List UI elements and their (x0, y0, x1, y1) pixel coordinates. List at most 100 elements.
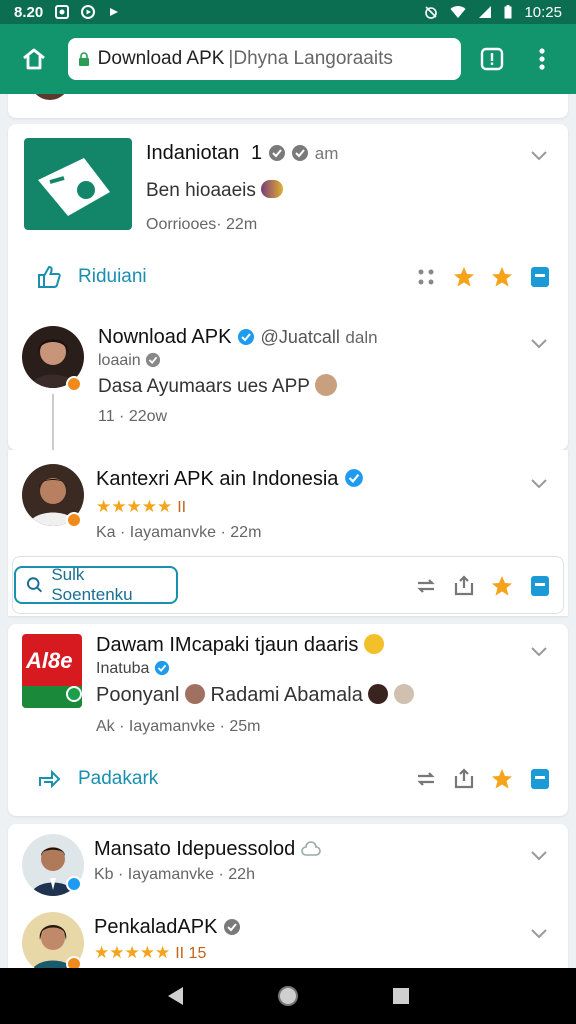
avatar-emoji-icon (184, 684, 205, 704)
app-suffix: 1 (250, 142, 263, 164)
dots-icon[interactable] (414, 265, 438, 289)
back-icon[interactable] (165, 985, 185, 1007)
battery-icon (504, 5, 512, 19)
post-handle: Inatuba (96, 660, 150, 677)
more-vert-icon (539, 48, 545, 70)
emoji-icon (261, 180, 284, 198)
post-meta: Kb · Iayamanvke · 22h (94, 866, 255, 883)
post-card: Mansato Idepuessolod Kb · Iayamanvke · 2… (8, 824, 568, 968)
image-notification-icon (55, 5, 70, 19)
home-circle-icon[interactable] (276, 984, 300, 1008)
bookmark-icon[interactable] (528, 767, 552, 791)
url-rest: |Dhyna Langoraaits (228, 48, 393, 69)
chevron-down-icon[interactable] (530, 646, 548, 658)
post-text-secondary: Radami Abamala (210, 684, 363, 706)
repost-icon[interactable] (414, 767, 438, 791)
star-icon[interactable] (490, 767, 514, 791)
action-label[interactable]: Padakark (78, 768, 158, 790)
avatar-emoji-icon (314, 374, 337, 396)
rating-stars-icon: ★★★★★ (96, 497, 173, 516)
app-logo[interactable] (24, 138, 132, 230)
chevron-down-icon[interactable] (530, 150, 548, 162)
star-icon[interactable] (490, 265, 514, 289)
post-author[interactable]: PenkaladAPK (94, 916, 217, 938)
repost-icon[interactable] (414, 574, 438, 598)
url-bar[interactable]: Download APK |Dhyna Langoraaits (67, 38, 461, 80)
verified-icon (345, 469, 363, 487)
share-icon[interactable] (452, 767, 476, 791)
post-text: Dasa Ayumaars ues APP (98, 376, 310, 397)
rating-row: ★★★★★ II 15 (94, 942, 206, 963)
chevron-down-icon[interactable] (530, 338, 548, 350)
signal-icon (479, 6, 492, 18)
tab-switcher-button[interactable] (473, 39, 513, 79)
app-description: Ben hioaaeis (146, 180, 256, 201)
wifi-icon (450, 6, 466, 19)
chevron-down-icon[interactable] (530, 478, 548, 490)
verified-icon (237, 329, 254, 345)
post-card: Kantexri APK ain Indonesia ★★★★★ II Ka ·… (8, 450, 568, 616)
post-meta: Ak · Iayamanvke · 25m (96, 718, 261, 735)
status-badge (66, 376, 82, 392)
handle-suffix: daln (345, 328, 378, 347)
rating-count: II 15 (175, 945, 207, 962)
search-chip[interactable]: Sulk Soentenku (14, 565, 178, 604)
like-icon[interactable] (36, 264, 62, 290)
verified-icon (223, 919, 240, 935)
status-text: 8.20 (14, 3, 44, 21)
post-author[interactable]: Kantexri APK ain Indonesia (96, 468, 338, 490)
share-arrow-icon[interactable] (36, 766, 62, 792)
home-button[interactable] (14, 39, 54, 79)
avatar-emoji-icon (368, 684, 389, 704)
post-handle: @Juatcall (260, 327, 340, 347)
tab-switcher-icon (481, 47, 504, 71)
status-badge (66, 876, 82, 892)
bookmark-icon[interactable] (528, 574, 552, 598)
search-icon (26, 577, 43, 593)
post-meta: Ka · Iayamanvke · 22m (96, 524, 262, 541)
status-badge (66, 956, 82, 968)
star-icon[interactable] (452, 265, 476, 289)
action-label[interactable]: Riduiani (78, 266, 147, 288)
overflow-menu-button[interactable] (522, 39, 562, 79)
status-badge (66, 686, 82, 702)
rating-row: ★★★★★ II (96, 496, 186, 517)
app-logo-icon (38, 158, 110, 216)
sub-handle: loaain (98, 352, 141, 369)
home-icon (22, 48, 45, 70)
status-badge (66, 512, 82, 528)
verified-icon (154, 660, 169, 676)
lock-icon (78, 52, 89, 66)
chevron-down-icon[interactable] (530, 850, 548, 862)
system-nav-bar (0, 968, 576, 1024)
post-author[interactable]: Dawam IMcapaki tjaun daaris (96, 634, 358, 656)
rating-stars-icon: ★★★★★ (94, 943, 171, 962)
app-meta: Oorriooes· 22m (146, 216, 258, 233)
recents-icon[interactable] (391, 986, 411, 1006)
post-card: Al8e Dawam IMcapaki tjaun daaris Inatuba… (8, 624, 568, 816)
verified-icon (292, 145, 309, 161)
feed[interactable]: Indaniotan 1 am Ben hioaaeis Oorriooes· … (0, 94, 576, 968)
star-icon[interactable] (490, 574, 514, 598)
rating-count: II (177, 499, 187, 516)
brand-logo-text: Al8e (26, 648, 73, 673)
share-icon[interactable] (452, 574, 476, 598)
post-meta: 11 · 22ow (98, 408, 168, 425)
post-author[interactable]: Mansato Idepuessolod (94, 838, 295, 860)
browser-toolbar: Download APK |Dhyna Langoraaits (0, 24, 576, 94)
bookmark-icon[interactable] (528, 265, 552, 289)
action-row: Padakark (8, 754, 568, 804)
post-text: Poonyanl (96, 684, 180, 706)
avatar (30, 94, 70, 100)
url-text: Download APK (97, 48, 225, 69)
avatar-emoji-icon (393, 684, 414, 704)
app-name[interactable]: Indaniotan (146, 142, 239, 164)
verified-icon (268, 145, 285, 161)
post-author[interactable]: Nownload APK (98, 326, 231, 348)
send-notification-icon (110, 8, 119, 16)
action-row: Riduiani (8, 252, 568, 302)
play-notification-icon (81, 5, 96, 19)
cloud-icon (301, 841, 321, 856)
chevron-down-icon[interactable] (530, 928, 548, 940)
status-time: 10:25 (524, 3, 562, 21)
